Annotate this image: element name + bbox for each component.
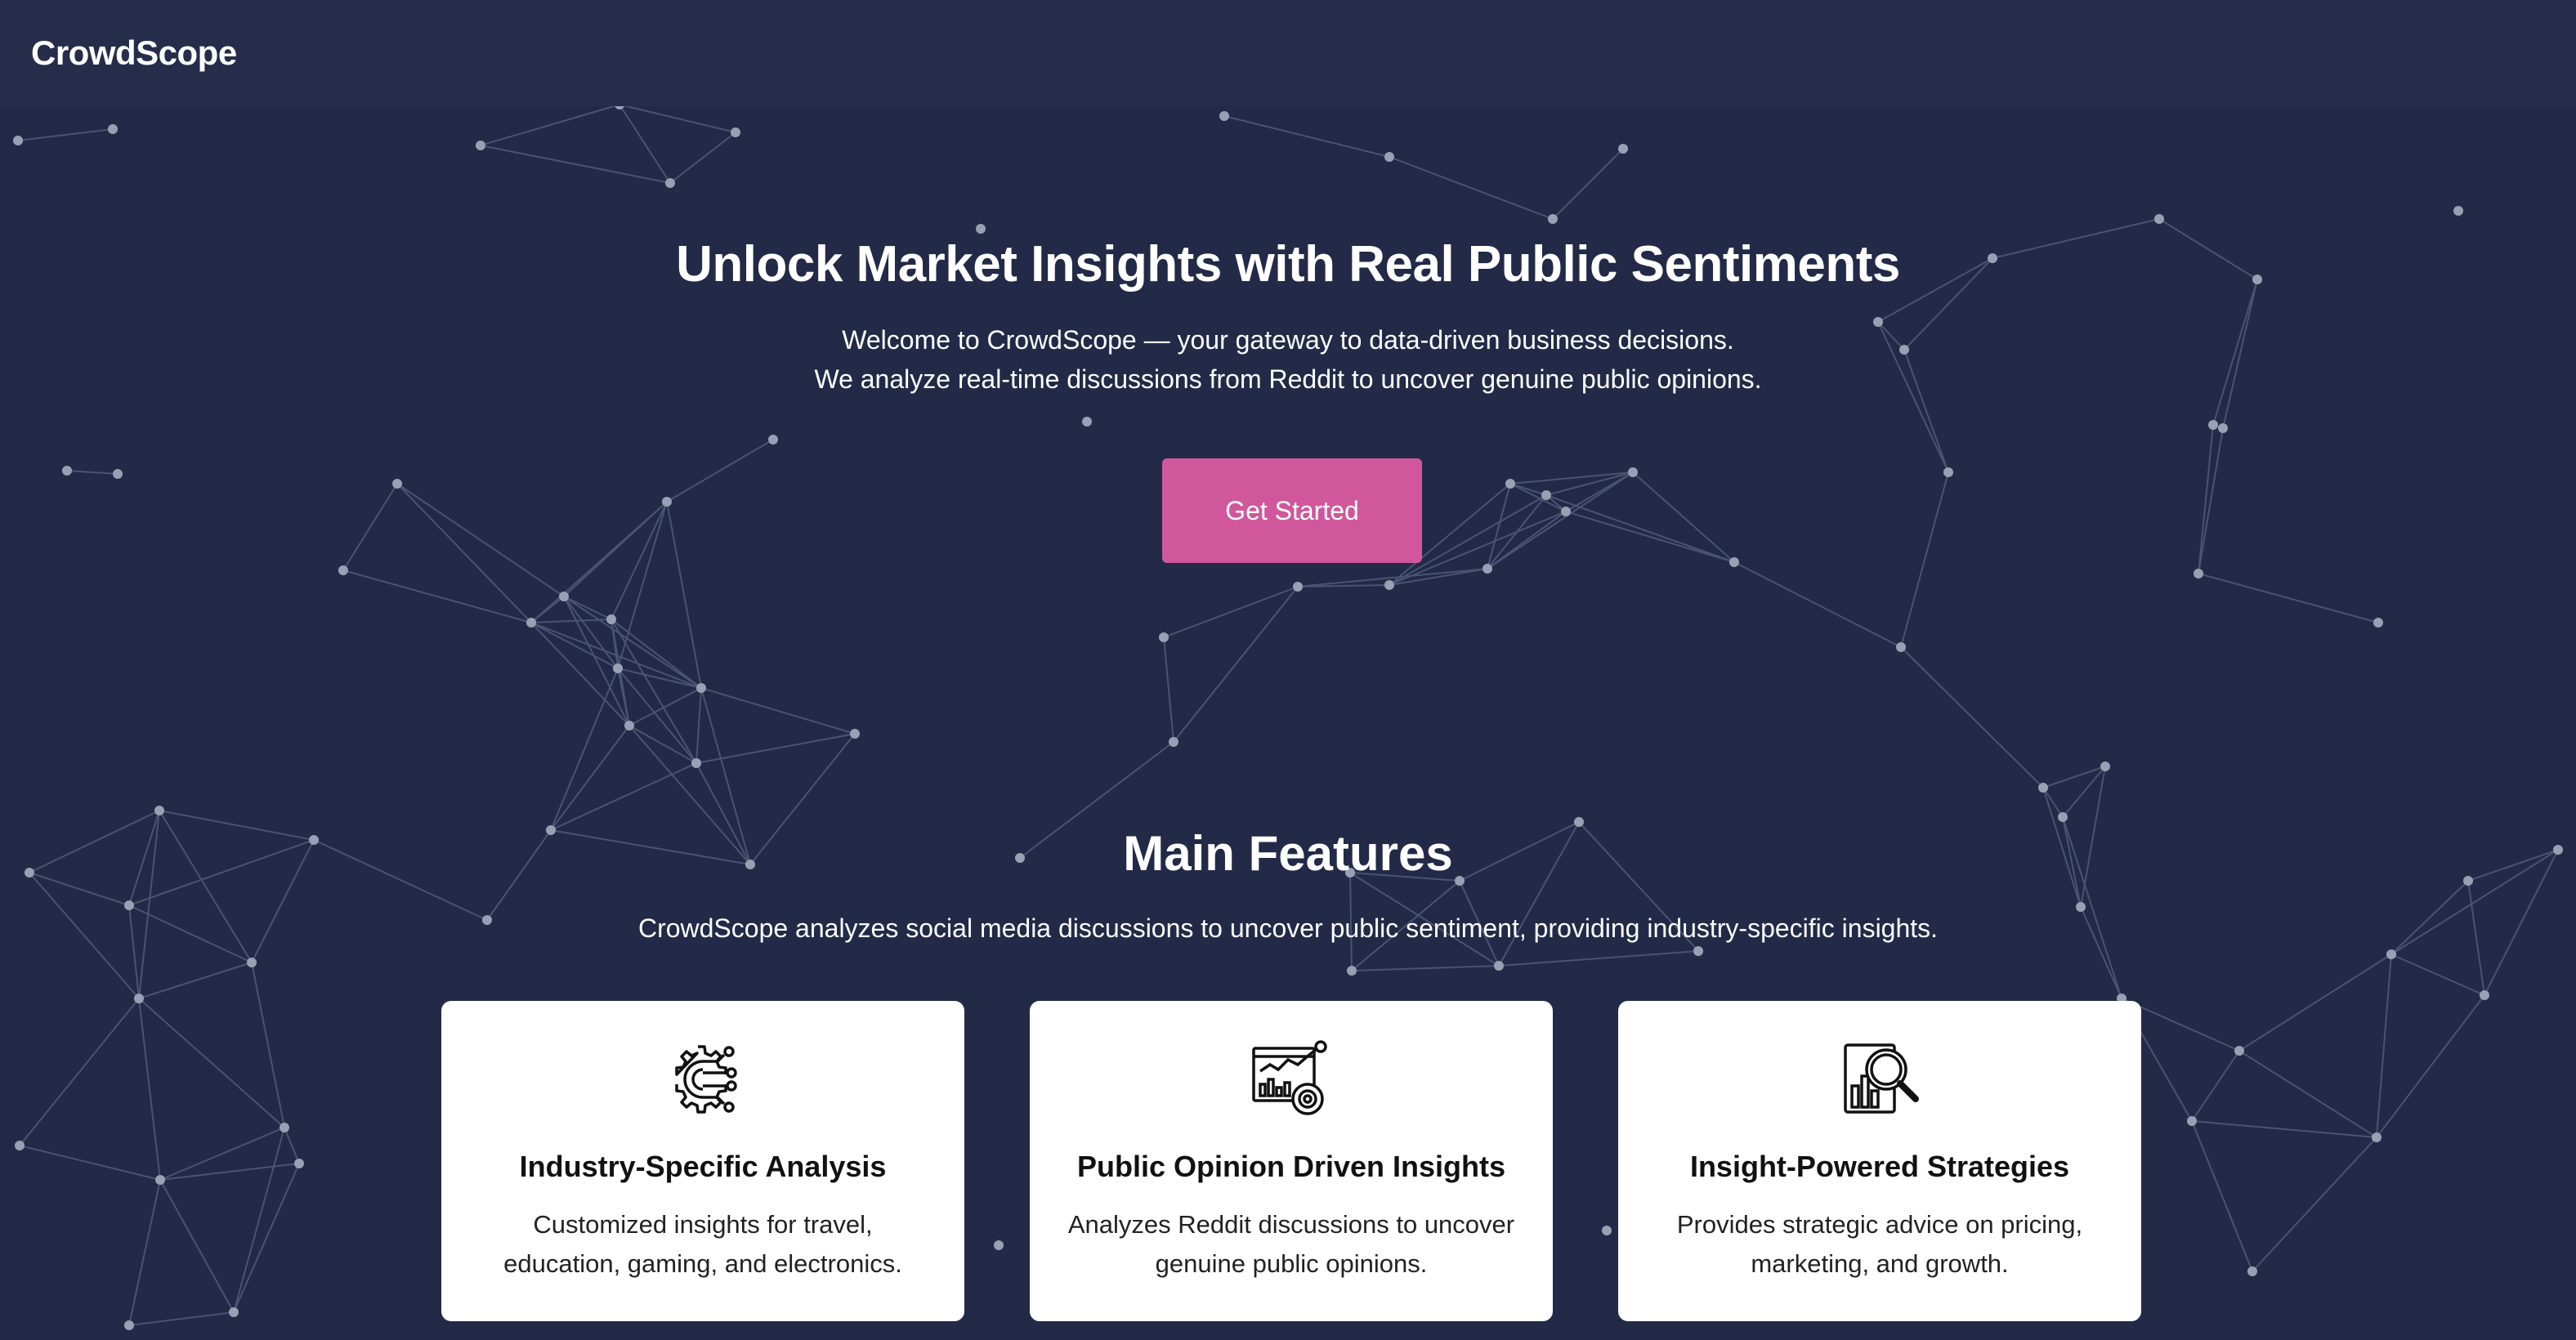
hero-intro-line-2: We analyze real-time discussions from Re… (814, 364, 1762, 394)
feature-description: Customized insights for travel, educatio… (503, 1210, 902, 1278)
hero-title: Unlock Market Insights with Real Public … (676, 236, 1900, 293)
feature-card-public-opinion: Public Opinion Driven Insights Analyzes … (1030, 1001, 1553, 1321)
features-subtitle: CrowdScope analyzes social media discuss… (637, 913, 1939, 943)
hero-intro-line-1: Welcome to CrowdScope — your gateway to … (842, 325, 1734, 355)
landing-page: CrowdScope Unlock Market Insights with R… (0, 0, 2576, 1340)
features-title: Main Features (1123, 826, 1453, 881)
magnifier-chart-icon (1844, 1043, 1919, 1114)
feature-description: Analyzes Reddit discussions to uncover g… (1067, 1210, 1515, 1278)
analytics-dashboard-icon (1252, 1040, 1327, 1115)
get-started-button[interactable]: Get Started (1162, 458, 1422, 563)
feature-title: Public Opinion Driven Insights (1076, 1150, 1506, 1183)
feature-card-insight-strategies: Insight-Powered Strategies Provides stra… (1618, 1001, 2141, 1321)
feature-title: Insight-Powered Strategies (1689, 1150, 2070, 1183)
gear-circuit-icon (675, 1045, 737, 1114)
feature-card-industry-analysis: Industry-Specific Analysis Customized in… (441, 1001, 964, 1321)
navbar: CrowdScope (0, 0, 2576, 106)
feature-title: Industry-Specific Analysis (519, 1150, 887, 1183)
feature-description: Provides strategic advice on pricing, ma… (1676, 1210, 2083, 1278)
brand-logo[interactable]: CrowdScope (31, 34, 237, 73)
main-content: Unlock Market Insights with Real Public … (0, 0, 2576, 1340)
